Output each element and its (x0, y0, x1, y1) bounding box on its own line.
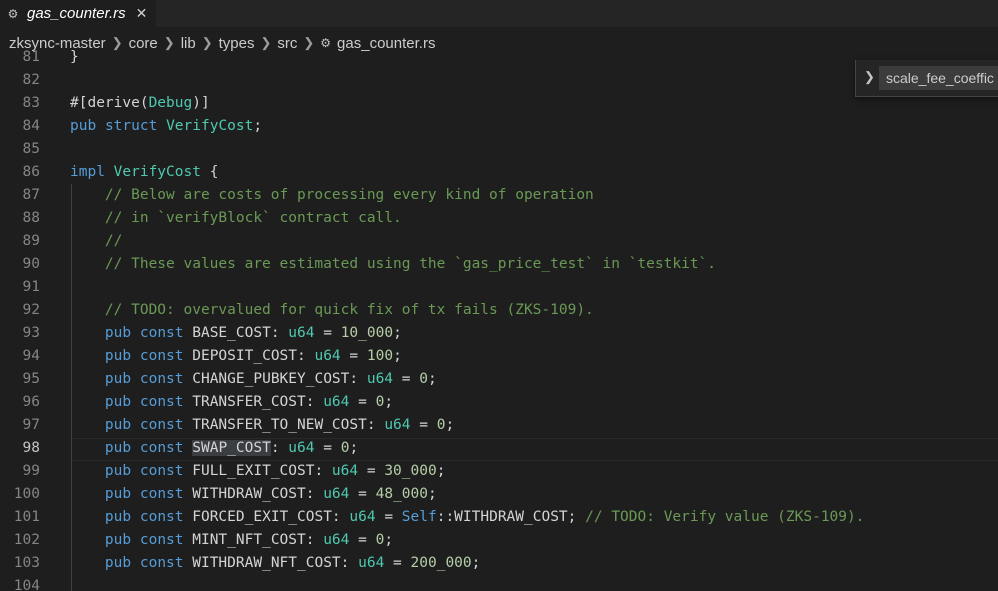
line-number: 93 (22, 325, 40, 341)
code-line[interactable]: 89 // (0, 230, 998, 253)
code-text[interactable]: impl VerifyCost { (70, 161, 218, 184)
find-input[interactable]: scale_fee_coeffic (879, 66, 998, 90)
code-line[interactable]: 98 pub const SWAP_COST: u64 = 0; (0, 437, 998, 461)
line-number: 103 (13, 555, 40, 571)
line-number: 88 (22, 210, 40, 226)
code-text[interactable]: // TODO: overvalued for quick fix of tx … (70, 299, 594, 322)
code-text[interactable]: pub const BASE_COST: u64 = 10_000; (70, 322, 402, 345)
code-text[interactable]: // (70, 230, 122, 253)
line-number: 90 (22, 256, 40, 272)
code-text[interactable]: pub struct VerifyCost; (70, 115, 262, 138)
line-number: 100 (13, 486, 40, 502)
line-number: 104 (13, 578, 40, 591)
line-number: 84 (22, 118, 40, 134)
code-text[interactable]: // in `verifyBlock` contract call. (70, 207, 402, 230)
tab-title: gas_counter.rs (27, 5, 126, 22)
tab-gas-counter[interactable]: ⚙ gas_counter.rs ✕ (0, 0, 156, 27)
line-number: 96 (22, 394, 40, 410)
line-number: 82 (22, 72, 40, 88)
chevron-right-icon[interactable]: ❯ (864, 69, 875, 85)
indent-guide (71, 184, 72, 591)
code-text[interactable]: pub const TRANSFER_TO_NEW_COST: u64 = 0; (70, 414, 454, 437)
code-line[interactable]: 91 (0, 276, 998, 299)
code-text[interactable]: // These values are estimated using the … (70, 253, 716, 276)
rust-file-icon: ⚙ (7, 6, 19, 21)
code-line[interactable]: 100 pub const WITHDRAW_COST: u64 = 48_00… (0, 483, 998, 506)
line-number: 101 (13, 509, 40, 525)
code-line[interactable]: 84 pub struct VerifyCost; (0, 115, 998, 138)
code-line[interactable]: 90 // These values are estimated using t… (0, 253, 998, 276)
line-number: 97 (22, 417, 40, 433)
code-text[interactable]: pub const WITHDRAW_COST: u64 = 48_000; (70, 483, 437, 506)
code-text[interactable]: } (70, 47, 79, 69)
code-line[interactable]: 86 impl VerifyCost { (0, 161, 998, 184)
line-number: 98 (22, 440, 40, 456)
code-line[interactable]: 101 pub const FORCED_EXIT_COST: u64 = Se… (0, 506, 998, 529)
code-text[interactable]: pub const FORCED_EXIT_COST: u64 = Self::… (70, 506, 865, 529)
code-line[interactable]: 99 pub const FULL_EXIT_COST: u64 = 30_00… (0, 460, 998, 483)
line-number: 95 (22, 371, 40, 387)
code-text[interactable]: pub const TRANSFER_COST: u64 = 0; (70, 391, 393, 414)
code-line[interactable]: 97 pub const TRANSFER_TO_NEW_COST: u64 =… (0, 414, 998, 437)
code-line[interactable]: 93 pub const BASE_COST: u64 = 10_000; (0, 322, 998, 345)
code-line[interactable]: 102 pub const MINT_NFT_COST: u64 = 0; (0, 529, 998, 552)
code-line[interactable]: 83 #[derive(Debug)] (0, 92, 998, 115)
code-line[interactable]: 104 (0, 575, 998, 591)
code-line[interactable]: 88 // in `verifyBlock` contract call. (0, 207, 998, 230)
line-number: 83 (22, 95, 40, 111)
code-line[interactable]: 87 // Below are costs of processing ever… (0, 184, 998, 207)
code-line[interactable]: 94 pub const DEPOSIT_COST: u64 = 100; (0, 345, 998, 368)
line-number: 94 (22, 348, 40, 364)
code-line[interactable]: 103 pub const WITHDRAW_NFT_COST: u64 = 2… (0, 552, 998, 575)
line-number: 87 (22, 187, 40, 203)
code-text[interactable]: pub const SWAP_COST: u64 = 0; (70, 437, 358, 460)
code-line[interactable]: 95 pub const CHANGE_PUBKEY_COST: u64 = 0… (0, 368, 998, 391)
code-text[interactable]: // Below are costs of processing every k… (70, 184, 594, 207)
code-text[interactable]: pub const FULL_EXIT_COST: u64 = 30_000; (70, 460, 446, 483)
tab-bar: ⚙ gas_counter.rs ✕ (0, 0, 998, 27)
code-line[interactable]: 96 pub const TRANSFER_COST: u64 = 0; (0, 391, 998, 414)
line-number: 81 (22, 49, 40, 65)
code-text[interactable]: pub const WITHDRAW_NFT_COST: u64 = 200_0… (70, 552, 480, 575)
code-line[interactable]: 81} (0, 47, 998, 69)
close-icon[interactable]: ✕ (136, 5, 148, 22)
line-number: 102 (13, 532, 40, 548)
code-text[interactable]: pub const DEPOSIT_COST: u64 = 100; (70, 345, 402, 368)
code-text[interactable]: #[derive(Debug)] (70, 92, 210, 115)
line-number: 99 (22, 463, 40, 479)
code-line[interactable]: 82 (0, 69, 998, 92)
code-text[interactable]: pub const MINT_NFT_COST: u64 = 0; (70, 529, 393, 552)
line-number: 92 (22, 302, 40, 318)
line-number: 85 (22, 141, 40, 157)
code-line[interactable]: 85 (0, 138, 998, 161)
code-text[interactable]: pub const CHANGE_PUBKEY_COST: u64 = 0; (70, 368, 437, 391)
code-line[interactable]: 92 // TODO: overvalued for quick fix of … (0, 299, 998, 322)
find-widget: ❯ scale_fee_coeffic (855, 60, 998, 97)
code-editor[interactable]: 81} 82 83 #[derive(Debug)] 84 pub struct Veri… (0, 47, 998, 591)
line-number: 91 (22, 279, 40, 295)
line-number: 89 (22, 233, 40, 249)
line-number: 86 (22, 164, 40, 180)
